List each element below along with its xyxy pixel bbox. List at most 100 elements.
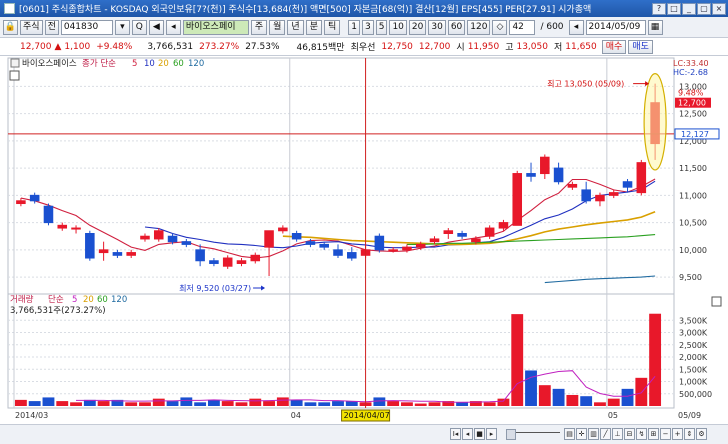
candle-body	[553, 167, 564, 183]
calendar-icon[interactable]: ▦	[647, 19, 663, 35]
volume-bar	[180, 397, 193, 406]
zoom-in-icon[interactable]: +	[672, 428, 683, 440]
zoom-fit-icon[interactable]: ▤	[564, 428, 575, 440]
open-value: 11,950	[467, 41, 500, 52]
volume-bar	[332, 401, 344, 406]
prev-page-icon[interactable]: ◂	[462, 428, 473, 440]
ma-10-label: 10	[144, 59, 155, 69]
search-icon[interactable]: Q	[131, 19, 147, 35]
close-button[interactable]: ×	[712, 2, 726, 15]
interval-stepper-icon[interactable]: ◇	[492, 19, 508, 35]
chart-area[interactable]: 13,000 12,500 12,000 11,500 11,000 10,500 10,0…	[0, 56, 728, 424]
lc-label: LC:33.40	[673, 59, 709, 68]
candle-body	[264, 230, 274, 248]
price-tick-label: 10,000	[679, 246, 707, 255]
bar-type-icon[interactable]: ▥	[588, 428, 599, 440]
candle-body	[526, 173, 536, 177]
candle-body	[250, 254, 261, 262]
volume-tick-label: 1,500K	[679, 365, 708, 374]
volume-bar	[194, 402, 207, 406]
stock-chart[interactable]: 13,00012,50012,00011,50011,00010,50010,0…	[0, 56, 728, 424]
interval-30-button[interactable]: 30	[428, 19, 446, 35]
scale-icon[interactable]: ⊞	[648, 428, 659, 440]
sell-button[interactable]: 매도	[628, 39, 653, 54]
volume-bar	[387, 401, 400, 406]
panel-menu-icon[interactable]	[10, 58, 20, 68]
interval-3-button[interactable]: 3	[361, 19, 374, 35]
period-year-button[interactable]: 년	[287, 19, 304, 35]
speaker-icon[interactable]: ◀	[148, 19, 164, 35]
candle-body	[512, 173, 523, 226]
pattern-icon[interactable]: ↯	[636, 428, 647, 440]
period-tick-button[interactable]: 틱	[323, 19, 341, 35]
settings-icon[interactable]: ⚙	[696, 428, 707, 440]
interval-1-button[interactable]: 1	[348, 19, 360, 35]
price-tick-label: 12,500	[679, 110, 707, 119]
indicator-icon[interactable]: ⊥	[612, 428, 623, 440]
scroll-arrows-icon[interactable]: ⇕	[684, 428, 695, 440]
window-titlebar: [0601] 주식종합차트 - KOSDAQ 외국인보유[7?(천)] 주식수[…	[0, 0, 728, 17]
next-page-icon[interactable]: ▸	[486, 428, 497, 440]
candle-body	[429, 238, 440, 243]
candle-body	[636, 162, 647, 194]
grid-toggle-icon[interactable]	[9, 70, 20, 81]
buy-button[interactable]: 매수	[601, 39, 627, 54]
period-minute-button[interactable]: 분	[305, 19, 322, 35]
interval-5-button[interactable]: 5	[375, 19, 388, 35]
market-select[interactable]: 주식	[20, 19, 43, 35]
price-ma-label: 종가 단순	[82, 58, 116, 69]
volume-value: 3,766,531	[147, 41, 194, 52]
fit-icon[interactable]: ⊟	[624, 428, 635, 440]
volume-tick-label: 500,000	[679, 390, 712, 399]
stop-icon[interactable]: ■	[474, 428, 485, 440]
volume-panel-icon[interactable]	[711, 296, 722, 307]
first-page-icon[interactable]: I◂	[450, 428, 461, 440]
date-input[interactable]: 2014/05/09	[585, 19, 646, 35]
volume-bar	[428, 402, 441, 406]
period-month-button[interactable]: 월	[269, 19, 286, 35]
scroll-thumb[interactable]	[506, 429, 516, 440]
volume-tick-label: 2,000K	[679, 353, 708, 362]
interval-120-button[interactable]: 120	[467, 19, 491, 35]
volume-bar	[166, 401, 179, 406]
volume-current-label: 3,766,531주(273.27%)	[10, 306, 106, 316]
minimize-button[interactable]: _	[682, 2, 696, 15]
trade-amount: 46,815백만	[296, 43, 345, 53]
crosshair-icon[interactable]: ✛	[576, 428, 587, 440]
interval-10-button[interactable]: 10	[389, 19, 407, 35]
all-button[interactable]: 전	[44, 19, 59, 35]
candle-body	[374, 235, 385, 251]
volume-bar	[621, 388, 634, 406]
price-panel-title: 바이오스페이스	[22, 58, 77, 69]
scroll-left-icon[interactable]: ◂	[568, 19, 584, 35]
count-input[interactable]: 42	[509, 19, 536, 35]
volume-bar	[125, 402, 138, 406]
volume-bar	[249, 398, 262, 406]
restore-button[interactable]: □	[667, 2, 681, 15]
price-tick-label: 11,500	[679, 164, 707, 173]
vol-ma-60-label: 60	[97, 295, 108, 305]
candle-body	[126, 252, 136, 256]
candle-body	[471, 238, 481, 243]
current-pct-tag: 9.48%	[678, 89, 704, 98]
volume-bar	[552, 388, 565, 406]
lock-icon[interactable]: 🔒	[3, 19, 18, 35]
maximize-button[interactable]: ▢	[697, 2, 711, 15]
help-button[interactable]: ?	[652, 2, 666, 15]
trendline-icon[interactable]: ╱	[600, 428, 611, 440]
interval-20-button[interactable]: 20	[408, 19, 427, 35]
stock-code-input[interactable]: 041830	[60, 19, 113, 35]
date-axis-label: 2014/03	[15, 411, 48, 420]
code-dropdown-icon[interactable]: ▾	[114, 19, 130, 35]
candle-body	[595, 194, 605, 202]
candle-body	[85, 233, 95, 259]
quote-bar: 12,700 ▲ 1,100 +9.48% 3,766,531 273.27% …	[0, 38, 728, 56]
candle-body	[29, 194, 40, 202]
candle-body	[98, 249, 109, 254]
volume-panel-title: 거래량	[10, 294, 34, 305]
period-day-button[interactable]: 주	[250, 19, 268, 35]
zoom-out-icon[interactable]: −	[660, 428, 671, 440]
low-price-note: 최저 9,520 (03/27)	[179, 283, 251, 293]
interval-60-button[interactable]: 60	[447, 19, 466, 35]
stock-prev-icon[interactable]: ◂	[165, 19, 181, 35]
